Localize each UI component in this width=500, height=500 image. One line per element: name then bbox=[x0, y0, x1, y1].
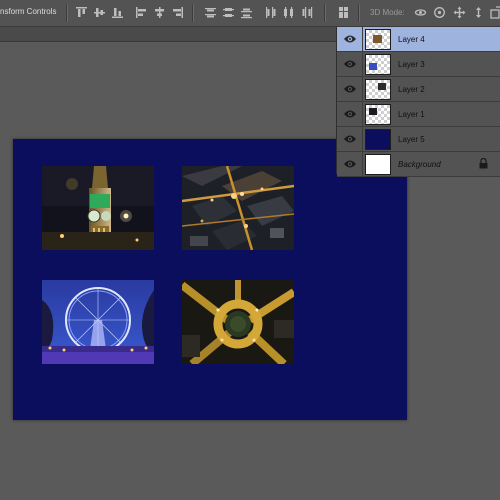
lock-icon[interactable] bbox=[479, 158, 488, 169]
photo-aerial-roundabout[interactable] bbox=[182, 280, 294, 364]
align-bottom-edges-icon[interactable] bbox=[111, 6, 124, 19]
align-right-edges-icon[interactable] bbox=[171, 6, 184, 19]
options-bar: nsform Controls 3D Mode: bbox=[0, 0, 500, 27]
layers-panel: Layer 4 Layer 3 Layer 2 Layer 1 Layer 5 … bbox=[336, 27, 500, 177]
show-transform-controls-label[interactable]: nsform Controls bbox=[0, 7, 56, 16]
layer-row-background[interactable]: Background bbox=[337, 152, 500, 177]
layer-row-layer-4[interactable]: Layer 4 bbox=[337, 27, 500, 52]
layer-thumbnail[interactable] bbox=[365, 104, 391, 125]
align-left-edges-icon[interactable] bbox=[135, 6, 148, 19]
visibility-toggle[interactable] bbox=[337, 102, 363, 126]
distribute-top-icon[interactable] bbox=[204, 6, 217, 19]
layer-name[interactable]: Layer 2 bbox=[398, 85, 425, 94]
distribute-bottom-icon[interactable] bbox=[240, 6, 253, 19]
auto-align-layers-icon[interactable] bbox=[337, 6, 350, 19]
toolbar-separator bbox=[192, 4, 194, 22]
layer-name[interactable]: Layer 1 bbox=[398, 110, 425, 119]
align-horizontal-centers-icon[interactable] bbox=[153, 6, 166, 19]
layer-thumbnail[interactable] bbox=[365, 29, 391, 50]
document-tab-strip[interactable] bbox=[0, 27, 336, 42]
pan-3d-icon[interactable] bbox=[453, 6, 466, 19]
distribute-horizontal-centers-icon[interactable] bbox=[282, 6, 295, 19]
rotate-3d-icon[interactable] bbox=[414, 6, 427, 19]
align-vertical-centers-icon[interactable] bbox=[93, 6, 106, 19]
distribute-left-icon[interactable] bbox=[264, 6, 277, 19]
3d-mode-label: 3D Mode: bbox=[370, 8, 405, 17]
toolbar-separator bbox=[358, 4, 360, 22]
toolbar-separator bbox=[324, 4, 326, 22]
layer-name[interactable]: Layer 4 bbox=[398, 35, 425, 44]
photo-aerial-city[interactable] bbox=[182, 166, 294, 250]
layer-name[interactable]: Layer 3 bbox=[398, 60, 425, 69]
photo-london-eye[interactable] bbox=[42, 280, 154, 364]
eye-icon[interactable] bbox=[343, 158, 357, 170]
layer-thumbnail[interactable] bbox=[365, 79, 391, 100]
layer-row-layer-3[interactable]: Layer 3 bbox=[337, 52, 500, 77]
distribute-right-icon[interactable] bbox=[300, 6, 313, 19]
visibility-toggle[interactable] bbox=[337, 27, 363, 51]
layer-name[interactable]: Layer 5 bbox=[398, 135, 425, 144]
eye-icon[interactable] bbox=[343, 58, 357, 70]
visibility-toggle[interactable] bbox=[337, 127, 363, 151]
eye-icon[interactable] bbox=[343, 33, 357, 45]
photo-big-ben[interactable] bbox=[42, 166, 154, 250]
layer-row-layer-1[interactable]: Layer 1 bbox=[337, 102, 500, 127]
layer-thumbnail[interactable] bbox=[365, 54, 391, 75]
document-canvas[interactable] bbox=[13, 139, 407, 420]
visibility-toggle[interactable] bbox=[337, 77, 363, 101]
scale-3d-icon[interactable] bbox=[490, 6, 500, 19]
visibility-toggle[interactable] bbox=[337, 52, 363, 76]
slide-3d-icon[interactable] bbox=[472, 6, 485, 19]
layer-name[interactable]: Background bbox=[398, 160, 441, 169]
eye-icon[interactable] bbox=[343, 133, 357, 145]
layer-row-layer-5[interactable]: Layer 5 bbox=[337, 127, 500, 152]
layer-row-layer-2[interactable]: Layer 2 bbox=[337, 77, 500, 102]
distribute-vertical-centers-icon[interactable] bbox=[222, 6, 235, 19]
eye-icon[interactable] bbox=[343, 83, 357, 95]
roll-3d-icon[interactable] bbox=[433, 6, 446, 19]
align-top-edges-icon[interactable] bbox=[75, 6, 88, 19]
eye-icon[interactable] bbox=[343, 108, 357, 120]
layer-thumbnail[interactable] bbox=[365, 129, 391, 150]
visibility-toggle[interactable] bbox=[337, 152, 363, 176]
toolbar-separator bbox=[66, 4, 68, 22]
layer-thumbnail[interactable] bbox=[365, 154, 391, 175]
